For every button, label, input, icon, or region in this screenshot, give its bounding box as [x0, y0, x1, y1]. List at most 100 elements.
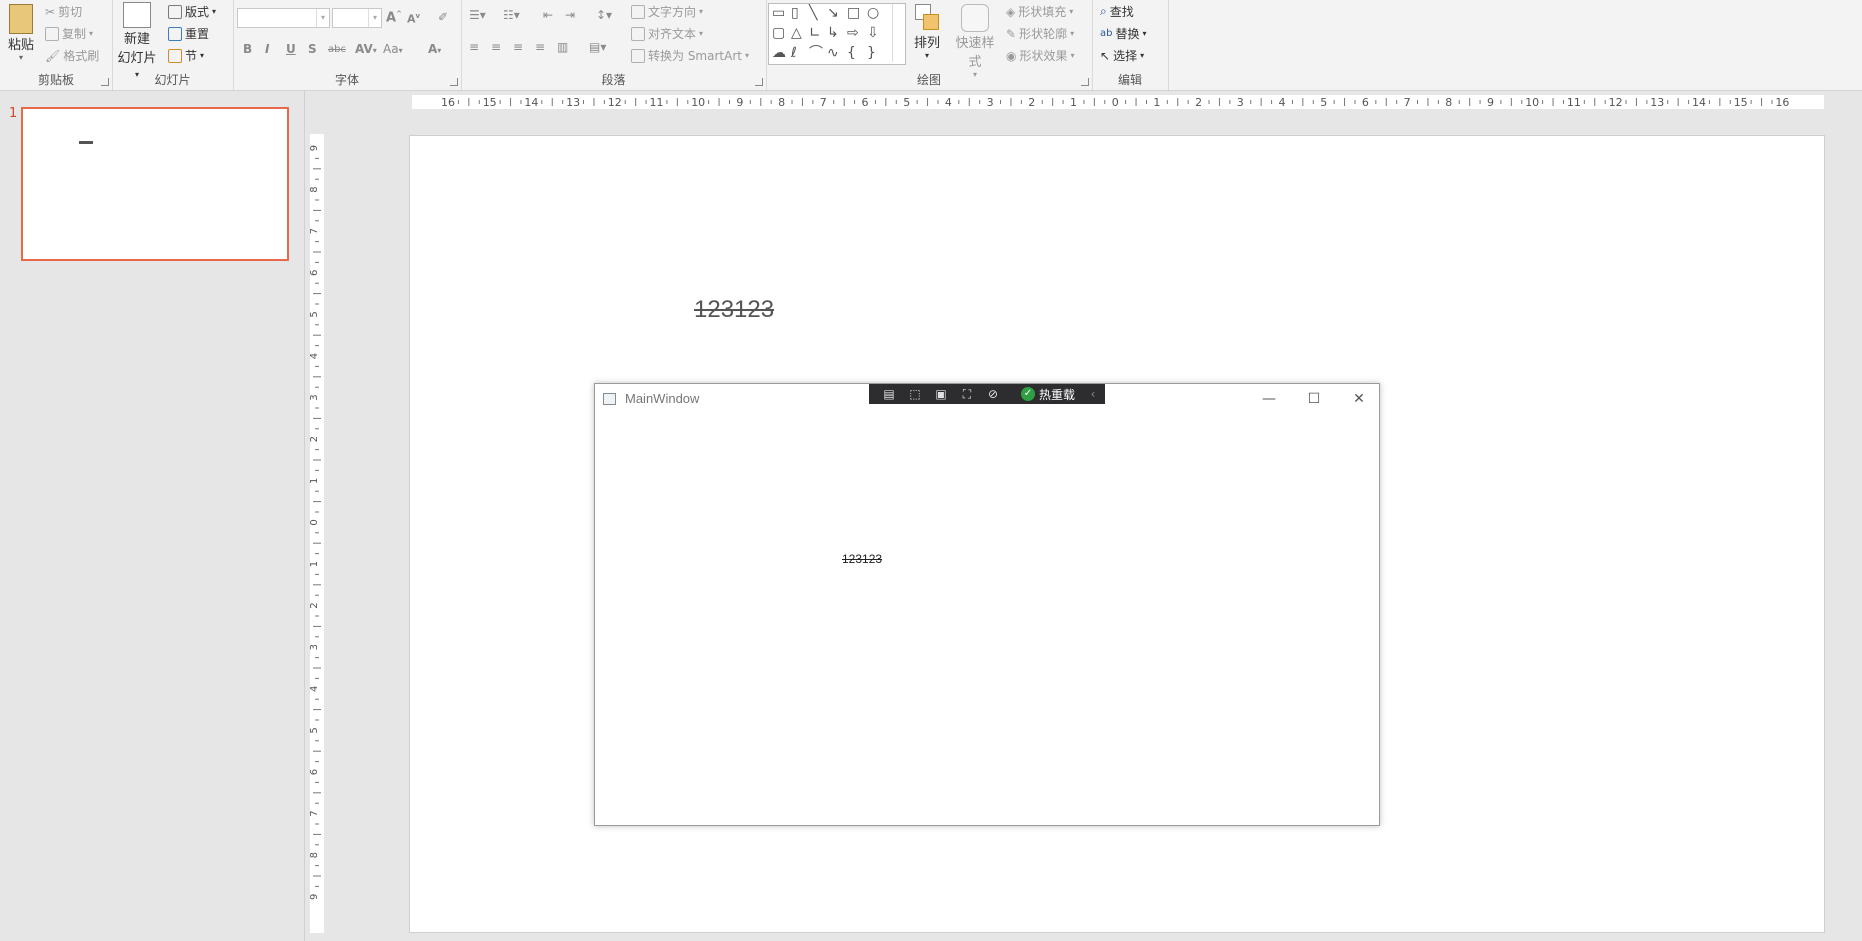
line-shape-icon[interactable]: ╲ — [809, 6, 817, 20]
underline-button[interactable]: U — [286, 42, 296, 56]
right-arrow-shape-icon[interactable]: ⇨ — [847, 26, 859, 40]
v-ruler-label: 1 — [310, 561, 320, 567]
align-text-button[interactable]: 对齐文本 ▾ — [631, 25, 703, 42]
arc-shape-icon[interactable]: ⌒ — [809, 46, 823, 60]
char-spacing-button[interactable]: AV▾ — [355, 42, 377, 56]
new-slide-button[interactable]: 新建 幻灯片▾ — [116, 2, 158, 81]
left-brace-icon[interactable]: { — [847, 46, 856, 60]
reset-icon — [168, 26, 182, 41]
display-adorners-icon[interactable]: ▣ — [933, 386, 949, 402]
triangle-shape-icon[interactable]: △ — [791, 26, 802, 40]
gallery-scrollbar[interactable] — [892, 4, 905, 62]
close-button[interactable]: ✕ — [1337, 386, 1381, 412]
shape-effects-button[interactable]: ◉ 形状效果 ▾ — [1006, 47, 1075, 64]
track-focus-icon[interactable]: ⛶ — [959, 386, 975, 402]
live-tree-icon[interactable]: ▤ — [881, 386, 897, 402]
slide-thumbnail[interactable] — [21, 107, 289, 261]
shadow-button[interactable]: S — [308, 42, 317, 56]
right-brace-icon[interactable]: } — [867, 46, 876, 60]
h-ruler-label: 11 — [650, 96, 664, 109]
columns-icon[interactable]: ▤▾ — [589, 40, 606, 54]
align-left-icon[interactable]: ≡ — [469, 40, 479, 54]
italic-button[interactable]: I — [265, 42, 269, 56]
drawing-launcher[interactable] — [1081, 78, 1089, 86]
find-button[interactable]: ⌕ 查找 — [1100, 3, 1134, 20]
h-ruler-label: 3 — [1237, 96, 1244, 109]
v-ruler-label: 4 — [310, 686, 320, 692]
freeform-shape-icon[interactable]: ℓ — [791, 46, 797, 60]
arrange-button[interactable]: 排列 ▾ — [910, 4, 944, 60]
textbox-shape-icon[interactable]: ▭ — [772, 6, 785, 20]
slide-text-box[interactable]: 123123 — [694, 296, 774, 324]
oval-shape-icon[interactable]: ○ — [867, 6, 879, 20]
font-name-combo[interactable]: ▾ — [237, 8, 330, 28]
format-painter-button[interactable]: 🖌 格式刷 — [45, 47, 99, 64]
clear-format-icon[interactable]: ✐ — [438, 10, 448, 24]
smartart-button[interactable]: 转换为 SmartArt ▾ — [631, 47, 749, 64]
horizontal-ruler-ticks: 16 15 14 13 12 11 10 9 8 7 6 5 4 3 2 1 0 1 2 3 4 5 6 7 8 9 10 11 12 1… — [441, 96, 1789, 109]
align-center-icon[interactable]: ≡ — [491, 40, 501, 54]
justify-icon[interactable]: ≡ — [535, 40, 545, 54]
grow-font-button[interactable]: A^ — [386, 10, 402, 25]
h-ruler-label: 16 — [441, 96, 455, 109]
font-launcher[interactable] — [450, 78, 458, 86]
elbow-connector-icon[interactable]: ∟ — [809, 26, 821, 40]
clipboard-launcher[interactable] — [101, 78, 109, 86]
h-ruler-label: 14 — [524, 96, 538, 109]
cut-button[interactable]: ✂ 剪切 — [45, 3, 82, 20]
shape-fill-button[interactable]: ◈ 形状填充 ▾ — [1006, 3, 1073, 20]
bullets-icon[interactable]: ☰▾ — [469, 8, 486, 22]
callout-shape-icon[interactable]: ☁ — [772, 46, 786, 60]
strikethrough-button[interactable]: abc — [328, 44, 346, 55]
quick-styles-button[interactable]: 快速样式 ▾ — [950, 4, 1000, 79]
decrease-indent-icon[interactable]: ⇤ — [543, 8, 553, 22]
curve-shape-icon[interactable]: ∿ — [827, 46, 839, 60]
thumbnail-text-mark — [79, 141, 93, 144]
bold-button[interactable]: B — [243, 42, 252, 56]
text-direction-button[interactable]: 文字方向 ▾ — [631, 3, 703, 20]
chevron-down-icon: ▾ — [316, 9, 329, 27]
shrink-font-button[interactable]: Av — [407, 12, 420, 26]
v-ruler-label: 6 — [310, 270, 320, 276]
change-case-button[interactable]: Aa▾ — [383, 42, 403, 56]
font-color-button[interactable]: A▾ — [428, 42, 441, 56]
paste-button[interactable]: 粘贴 ▾ — [4, 4, 38, 62]
shape-outline-button[interactable]: ✎ 形状轮廓 ▾ — [1006, 25, 1074, 42]
increase-indent-icon[interactable]: ⇥ — [565, 8, 575, 22]
maximize-button[interactable]: ☐ — [1292, 386, 1336, 412]
replace-button[interactable]: ab 替换 ▾ — [1100, 25, 1147, 42]
font-size-combo[interactable]: ▾ — [332, 8, 382, 28]
vtextbox-shape-icon[interactable]: ▯ — [791, 6, 799, 20]
main-window[interactable]: MainWindow ▤ ⬚ ▣ ⛶ ⊘ ✓ 热重载 ‹ — ☐ ✕ 12312… — [594, 383, 1380, 826]
minimize-button[interactable]: — — [1247, 386, 1291, 412]
rounded-rect-shape-icon[interactable]: ▢ — [772, 26, 785, 40]
h-ruler-label: 10 — [1525, 96, 1539, 109]
align-right-icon[interactable]: ≡ — [513, 40, 523, 54]
h-ruler-label: 7 — [820, 96, 827, 109]
h-ruler-label: 3 — [987, 96, 994, 109]
line-spacing-icon[interactable]: ↕▾ — [596, 8, 612, 22]
vertical-ruler: 9 8 7 6 5 4 3 2 1 0 1 2 3 4 5 6 7 8 9 — [309, 134, 324, 933]
font-group: ▾ ▾ A^ Av ✐ B I U S abc AV▾ Aa▾ A▾ 字体 — [233, 0, 462, 90]
layout-button[interactable]: 版式 ▾ — [168, 3, 216, 20]
paragraph-launcher[interactable] — [755, 78, 763, 86]
copy-button[interactable]: 复制 ▾ — [45, 25, 93, 42]
binding-failures-icon[interactable]: ⊘ — [985, 386, 1001, 402]
cursor-icon: ↖ — [1100, 48, 1111, 63]
rectangle-shape-icon[interactable]: □ — [847, 6, 860, 20]
h-ruler-label: 9 — [736, 96, 743, 109]
collapse-toolbar-icon[interactable]: ‹ — [1085, 386, 1101, 402]
h-ruler-label: 11 — [1567, 96, 1581, 109]
arrow-line-shape-icon[interactable]: ↘ — [827, 6, 839, 20]
down-arrow-shape-icon[interactable]: ⇩ — [867, 26, 879, 40]
select-element-icon[interactable]: ⬚ — [907, 386, 923, 402]
distribute-icon[interactable]: ▥ — [557, 40, 568, 54]
hot-reload-label[interactable]: 热重载 — [1039, 386, 1075, 403]
select-button[interactable]: ↖ 选择 ▾ — [1100, 47, 1144, 64]
elbow-arrow-icon[interactable]: ↳ — [827, 26, 839, 40]
section-button[interactable]: 节 ▾ — [168, 47, 204, 64]
shapes-gallery[interactable]: ▭ ▯ ╲ ↘ □ ○ ▢ △ ∟ ↳ ⇨ ⇩ ☁ ℓ ⌒ ∿ { } — [768, 3, 906, 65]
reset-button[interactable]: 重置 — [168, 25, 209, 42]
horizontal-ruler: 16 15 14 13 12 11 10 9 8 7 6 5 4 3 2 1 0 1 2 3 4 5 6 7 8 9 10 11 12 1… — [412, 95, 1824, 109]
numbering-icon[interactable]: ☷▾ — [503, 8, 520, 22]
